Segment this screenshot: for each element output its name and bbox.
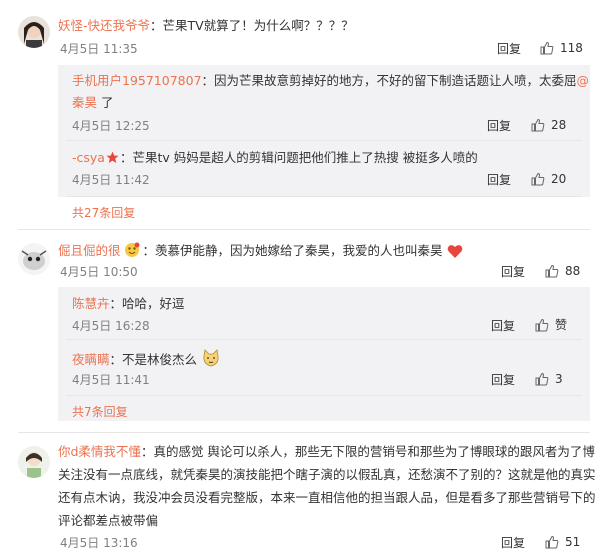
sub-reply-text-row: 秦昊 了 <box>72 94 114 112</box>
comment-time: 4月5日 11:35 <box>60 42 138 56</box>
like-button[interactable]: 28 <box>531 117 566 133</box>
sub-reply-time: 4月5日 11:42 <box>72 173 150 187</box>
username-link[interactable]: 夜瞒瞒 <box>72 352 110 367</box>
comment-time: 4月5日 13:16 <box>60 536 138 550</box>
divider <box>66 339 582 340</box>
reply-button[interactable]: 回复 <box>487 118 511 134</box>
sub-reply-time: 4月5日 11:41 <box>72 373 150 387</box>
divider <box>66 140 582 141</box>
sub-reply-text: 了 <box>97 95 114 110</box>
username-link[interactable]: 你d柔情我不懂 <box>58 444 141 459</box>
thumb-up-icon <box>535 372 549 386</box>
comment-text-row: 倔且倔的很 ：羡慕伊能静，因为她嫁给了秦昊，我爱的人也叫秦昊 <box>58 242 463 264</box>
thumb-up-icon <box>531 118 545 132</box>
avatar[interactable] <box>18 243 50 275</box>
reply-button[interactable]: 回复 <box>487 172 511 188</box>
mention-link[interactable]: 秦昊 <box>72 95 97 110</box>
like-button[interactable]: 赞 <box>535 317 567 333</box>
reply-button[interactable]: 回复 <box>501 264 525 280</box>
comment-text-row: 妖怪-快还我爷爷：芒果TV就算了！为什么啊？？？？ <box>58 17 354 35</box>
sub-reply-text: ：因为芒果故意剪掉好的地方，不好的留下制造话题让人喷，太委屈 <box>201 73 577 88</box>
like-label: 赞 <box>555 318 568 332</box>
like-count: 118 <box>560 41 583 55</box>
comment-text: ：真的感觉 舆论可以杀人，那些无下限的营销号和那些为了博眼球的跟风者为了博 <box>140 444 595 459</box>
like-button[interactable]: 20 <box>531 171 566 187</box>
comment-text-line: 还有点木讷，我没冲会员没看完整版，本来一直相信他的担当跟人品，但是看多了那些营销… <box>58 490 596 505</box>
like-button[interactable]: 118 <box>540 40 583 56</box>
thumb-up-icon <box>545 535 559 549</box>
username-link[interactable]: -csya <box>72 150 105 165</box>
sub-reply-time: 4月5日 12:25 <box>72 119 150 133</box>
username-link[interactable]: 妖怪-快还我爷爷 <box>58 18 150 33</box>
like-count: 20 <box>551 172 567 186</box>
thumb-up-icon <box>545 264 559 278</box>
comment-text-row: 你d柔情我不懂：真的感觉 舆论可以杀人，那些无下限的营销号和那些为了博眼球的跟风… <box>58 443 595 461</box>
thumb-up-icon <box>531 172 545 186</box>
sub-reply-time: 4月5日 16:28 <box>72 319 150 333</box>
like-count: 28 <box>551 118 567 132</box>
comment-divider <box>18 432 590 433</box>
avatar[interactable] <box>18 446 50 478</box>
comment-text-line: 评论都差点被带偏 <box>58 513 159 528</box>
more-replies-link[interactable]: 共27条回复 <box>72 205 135 221</box>
divider <box>66 395 582 396</box>
reply-button[interactable]: 回复 <box>497 41 521 57</box>
comment-text: ：羡慕伊能静，因为她嫁给了秦昊，我爱的人也叫秦昊 <box>142 243 443 258</box>
username-link[interactable]: 手机用户1957107807 <box>72 73 202 88</box>
username-link[interactable]: 倔且倔的很 <box>58 243 121 258</box>
username-link[interactable]: 陈慧卉 <box>72 296 110 311</box>
like-count: 3 <box>555 372 563 386</box>
sub-reply-text-row: -csya ：芒果tv 妈妈是超人的剪辑问题把他们推上了热搜 被挺多人喷的 <box>72 149 478 169</box>
reply-button[interactable]: 回复 <box>491 372 515 388</box>
sub-reply-text-row: 夜瞒瞒：不是林俊杰么 <box>72 348 221 373</box>
like-button[interactable]: 51 <box>545 534 580 550</box>
sub-reply-text: ：芒果tv 妈妈是超人的剪辑问题把他们推上了热搜 被挺多人喷的 <box>119 150 478 165</box>
heart-icon <box>447 244 463 264</box>
emoji-icon <box>124 242 140 263</box>
comment-text: ：芒果TV就算了！为什么啊？？？？ <box>150 18 354 33</box>
more-replies-link[interactable]: 共7条回复 <box>72 404 128 420</box>
like-count: 88 <box>565 264 581 278</box>
sub-reply-text: ：哈哈，好逗 <box>109 296 185 311</box>
like-button[interactable]: 3 <box>535 371 563 387</box>
sub-reply-text-row: 手机用户1957107807：因为芒果故意剪掉好的地方，不好的留下制造话题让人喷… <box>72 72 589 90</box>
mention-at[interactable]: @ <box>577 73 590 88</box>
divider <box>66 196 582 197</box>
sub-reply-text-row: 陈慧卉：哈哈，好逗 <box>72 295 185 313</box>
sub-reply-text: ：不是林俊杰么 <box>109 352 198 367</box>
thumb-up-icon <box>535 318 549 332</box>
avatar[interactable] <box>18 16 50 48</box>
thumb-up-icon <box>540 41 554 55</box>
reply-button[interactable]: 回复 <box>501 535 525 551</box>
star-icon <box>106 151 119 169</box>
emoji-icon <box>201 348 221 373</box>
reply-button[interactable]: 回复 <box>491 318 515 334</box>
like-count: 51 <box>565 535 581 549</box>
comment-time: 4月5日 10:50 <box>60 265 138 279</box>
comment-text-line: 关注没有一点底线，就凭秦昊的演技能把个瞎子演的以假乱真，还愁演不了别的？这就是他… <box>58 467 596 482</box>
comment-divider <box>18 229 590 230</box>
like-button[interactable]: 88 <box>545 263 580 279</box>
